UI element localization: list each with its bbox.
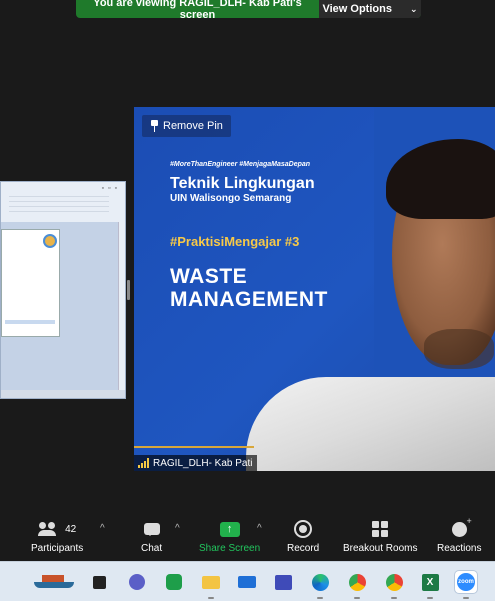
record-button[interactable]: Record [287,519,319,554]
participants-button[interactable]: 42 Participants [31,519,83,554]
participant-name: RAGIL_DLH- Kab Pati [153,457,253,469]
reactions-button[interactable]: Reactions [437,516,482,555]
slide-hashtags: #MoreThanEngineer #MenjagaMasaDepan [170,161,311,168]
viewing-text: You are viewing RAGIL_DLH- Kab Pati's sc… [93,0,302,21]
chrome-icon[interactable] [346,571,368,599]
window-controls-icon: ▫▫▫ [101,185,121,192]
pin-icon [150,120,159,132]
meeting-toolbar: 42 Participants ^ Chat ^ ↑ Share Screen … [0,509,495,561]
scrollbar[interactable] [118,222,125,396]
view-options-button[interactable]: View Options ⌄ [319,0,421,18]
breakout-rooms-icon [372,521,389,537]
chevron-down-icon: ⌄ [409,3,418,14]
file-explorer-icon[interactable] [200,571,222,599]
chat-button[interactable]: Chat [141,519,162,554]
feedback-icon[interactable] [163,571,185,593]
share-options-caret[interactable]: ^ [257,523,262,534]
record-icon [294,520,313,538]
zoom-icon[interactable]: zoom [455,571,477,599]
participants-count: 42 [65,523,77,535]
participants-options-caret[interactable]: ^ [100,523,105,534]
slide-title: Teknik Lingkungan [170,175,315,192]
edge-icon[interactable] [309,571,331,599]
windows-taskbar: X zoom [0,561,495,601]
ship-wallpaper-icon[interactable] [30,572,76,588]
remove-pin-button[interactable]: Remove Pin [142,115,231,137]
participant-name-tag: RAGIL_DLH- Kab Pati [134,455,257,471]
chat-label: Chat [141,543,163,554]
share-screen-button[interactable]: ↑ Share Screen [199,519,260,554]
breakout-rooms-button[interactable]: Breakout Rooms [343,519,417,554]
mail-icon[interactable] [236,571,258,593]
screen-share-banner: You are viewing RAGIL_DLH- Kab Pati's sc… [76,0,421,21]
share-screen-icon: ↑ [219,521,240,537]
split-handle[interactable] [127,280,130,300]
pinned-video-tile[interactable]: Remove Pin #MoreThanEngineer #MenjagaMas… [134,107,495,471]
participants-icon [38,522,60,536]
slide-subtitle: UIN Walisongo Semarang [170,193,292,204]
shared-screen-thumbnail[interactable]: ▫▫▫ [0,181,126,399]
accent-line [134,446,254,448]
remove-pin-label: Remove Pin [163,120,223,132]
chat-options-caret[interactable]: ^ [175,523,180,534]
app-icon[interactable] [88,571,110,593]
reactions-icon [451,516,472,537]
view-options-label: View Options [322,3,392,15]
status-bar [1,390,125,398]
reactions-label: Reactions [437,543,482,554]
chat-icon [143,523,160,536]
chrome-profile-icon[interactable] [383,571,405,599]
zoom-icon-label: zoom [457,573,475,591]
slide-series: #PraktisiMengajar #3 [170,234,300,249]
excel-icon[interactable]: X [419,571,441,599]
teams-icon[interactable] [126,571,148,593]
participants-label: Participants [31,543,84,554]
signal-strength-icon [138,458,149,468]
breakout-rooms-label: Breakout Rooms [343,543,418,554]
logo-icon [43,234,57,248]
ribbon: ▫▫▫ [1,182,125,223]
slide-topic: WASTE MANAGEMENT [170,265,328,311]
speaker-video [246,377,495,471]
record-label: Record [287,543,320,554]
azure-icon[interactable] [272,571,294,593]
share-screen-label: Share Screen [199,543,261,554]
slide-topic-line1: WASTE [170,265,248,288]
slide-footer-strip [5,320,55,324]
slide-topic-line2: MANAGEMENT [170,288,328,311]
